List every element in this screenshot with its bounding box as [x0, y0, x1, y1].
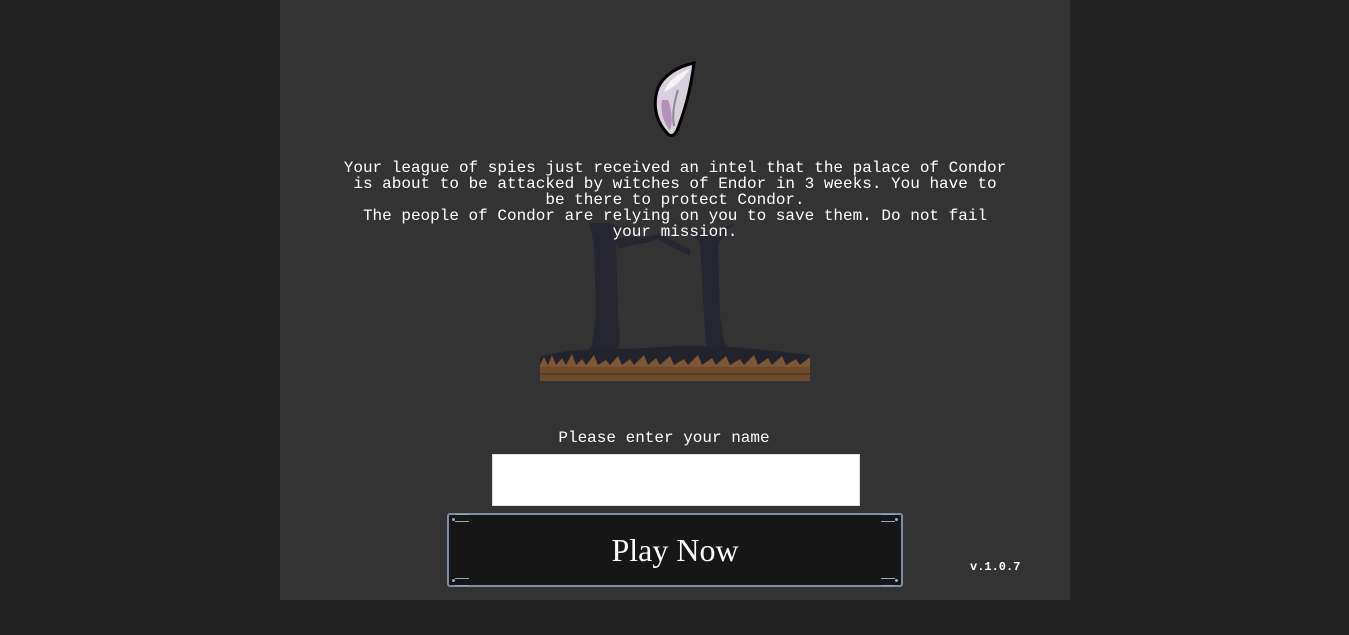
- name-field-label: Please enter your name: [558, 429, 770, 447]
- button-frame-rivet: [895, 518, 898, 521]
- button-frame-rivet: [452, 518, 455, 521]
- play-now-button[interactable]: Play Now: [447, 513, 903, 587]
- button-frame-rivet: [452, 579, 455, 582]
- button-frame-ornament: [455, 578, 469, 586]
- intro-text: Your league of spies just received an in…: [340, 160, 1010, 240]
- button-frame-rivet: [895, 579, 898, 582]
- intro-paragraph-1: Your league of spies just received an in…: [343, 159, 1007, 209]
- play-now-label: Play Now: [611, 531, 739, 568]
- game-panel: Your league of spies just received an in…: [280, 0, 1070, 600]
- fang-logo-icon: [653, 61, 696, 138]
- button-frame-ornament: [881, 514, 895, 522]
- player-name-input[interactable]: [492, 454, 860, 506]
- button-frame-ornament: [455, 514, 469, 522]
- button-frame-ornament: [881, 578, 895, 586]
- version-label: v.1.0.7: [970, 560, 1021, 574]
- intro-paragraph-2: The people of Condor are relying on you …: [362, 207, 988, 241]
